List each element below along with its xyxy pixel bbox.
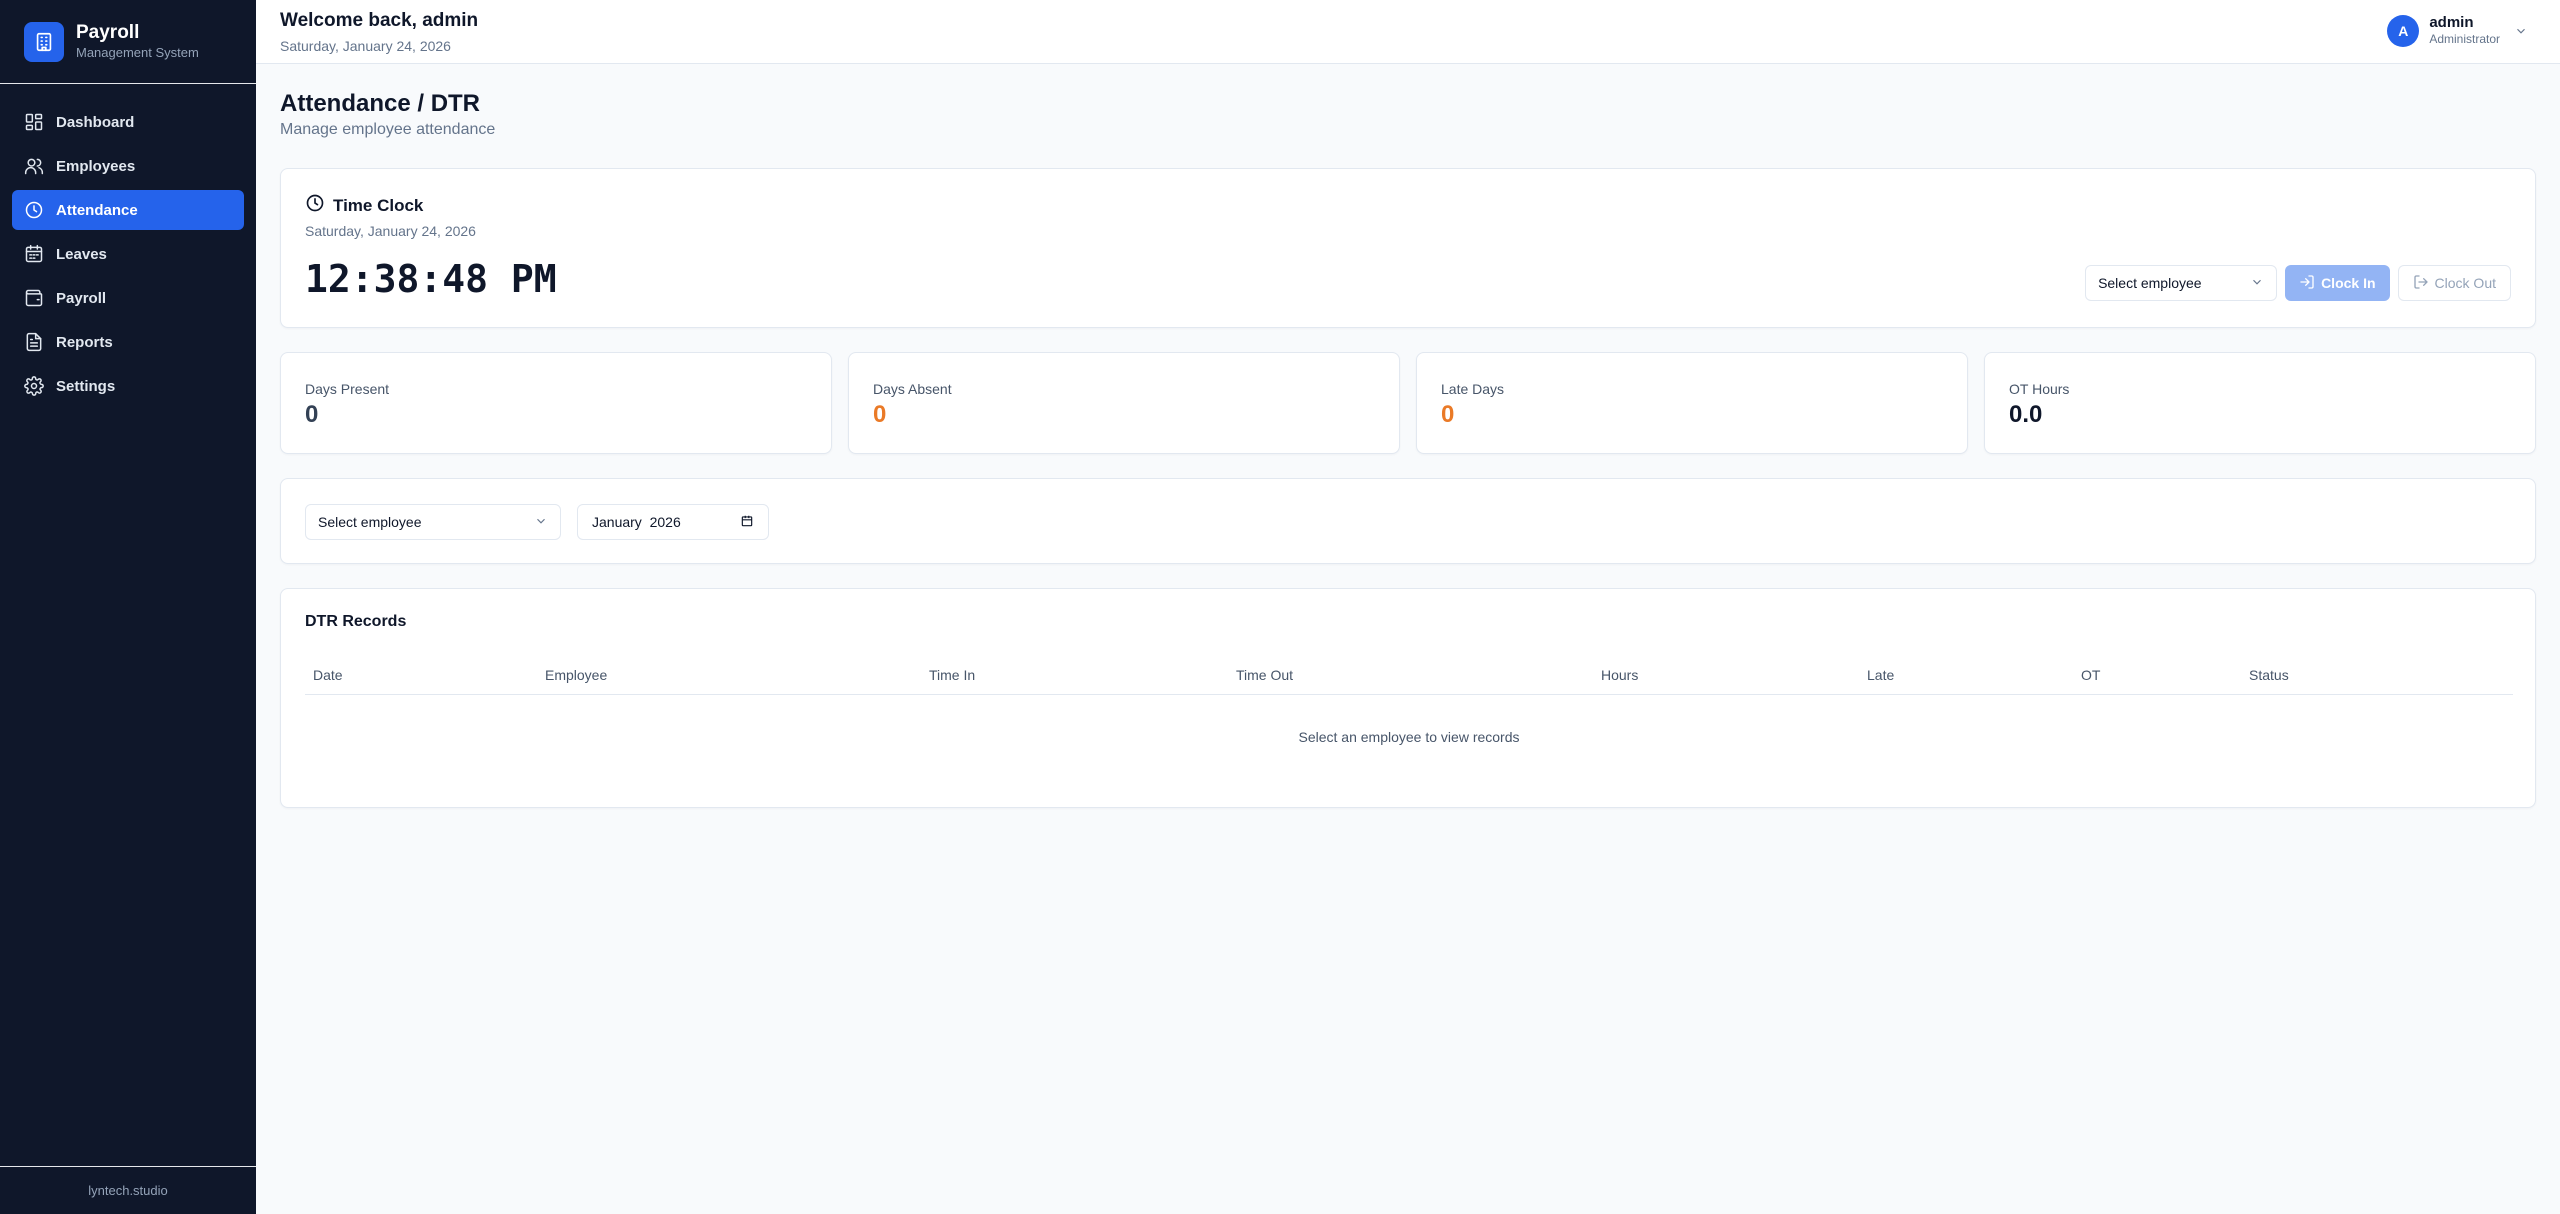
sidebar-item-reports[interactable]: Reports	[12, 322, 244, 362]
dashboard-icon	[24, 112, 44, 132]
stat-value: 0	[873, 401, 887, 428]
users-icon	[24, 156, 44, 176]
calendar-icon[interactable]	[740, 514, 754, 531]
time-clock-card: Time Clock Saturday, January 24, 2026 12…	[280, 168, 2536, 328]
brand: Payroll Management System	[0, 0, 256, 84]
sidebar-footer: lyntech.studio	[0, 1166, 256, 1214]
column-header-status[interactable]: Status	[2249, 667, 2289, 683]
welcome-message: Welcome back, admin	[280, 10, 479, 31]
stat-value: 0.0	[2009, 401, 2043, 428]
sidebar-item-attendance[interactable]: Attendance	[12, 190, 244, 230]
month-value: January 2026	[592, 514, 681, 530]
file-text-icon	[24, 332, 44, 352]
building-icon	[24, 21, 64, 62]
sidebar-item-settings[interactable]: Settings	[12, 366, 244, 406]
column-header-time-in[interactable]: Time In	[929, 667, 975, 683]
dtr-records-table: Date Employee Time In Time Out Hours Lat…	[305, 653, 2513, 779]
select-value: Select employee	[318, 514, 422, 530]
gear-icon	[24, 376, 44, 396]
stat-label: Late Days	[1441, 381, 1505, 397]
clock-in-label: Clock In	[2321, 275, 2376, 291]
chevron-down-icon	[534, 514, 548, 531]
user-menu[interactable]: A admin Administrator	[2387, 14, 2528, 47]
stat-label: Days Present	[305, 381, 390, 397]
sidebar-item-label: Attendance	[56, 201, 138, 219]
brand-subtitle: Management System	[76, 44, 199, 60]
calendar-icon	[24, 244, 44, 264]
clock-employee-select[interactable]: Select employee	[2085, 265, 2278, 301]
column-header-late[interactable]: Late	[1867, 667, 1894, 683]
column-header-employee[interactable]: Employee	[545, 667, 607, 683]
month-picker[interactable]: January 2026	[577, 504, 769, 540]
sidebar-nav: Dashboard Employees Attendance Leaves Pa…	[0, 84, 256, 406]
user-name: admin	[2429, 14, 2474, 31]
wallet-icon	[24, 288, 44, 308]
empty-state-message: Select an employee to view records	[1298, 729, 1520, 745]
clock-icon	[305, 193, 325, 218]
log-in-icon	[2299, 274, 2321, 293]
chevron-down-icon	[2250, 275, 2264, 292]
sidebar: Payroll Management System Dashboard Empl…	[0, 0, 256, 1214]
column-header-hours[interactable]: Hours	[1601, 667, 1638, 683]
column-header-ot[interactable]: OT	[2081, 667, 2100, 683]
stat-label: Days Absent	[873, 381, 952, 397]
user-role: Administrator	[2429, 32, 2500, 46]
stat-value: 0	[1441, 401, 1455, 428]
page-subtitle: Manage employee attendance	[280, 121, 496, 138]
sidebar-item-label: Settings	[56, 377, 116, 395]
sidebar-item-label: Reports	[56, 333, 113, 351]
stat-card-ot-hours: OT Hours 0.0	[1984, 352, 2536, 454]
sidebar-item-dashboard[interactable]: Dashboard	[12, 102, 244, 142]
sidebar-item-label: Dashboard	[56, 113, 135, 131]
clock-icon	[24, 200, 44, 220]
sidebar-item-leaves[interactable]: Leaves	[12, 234, 244, 274]
page-title: Attendance / DTR	[280, 90, 481, 117]
avatar: A	[2387, 14, 2420, 47]
clock-out-label: Clock Out	[2434, 275, 2496, 291]
column-header-date[interactable]: Date	[313, 667, 343, 683]
select-value: Select employee	[2098, 275, 2202, 291]
sidebar-item-label: Employees	[56, 157, 136, 175]
table-header: Date Employee Time In Time Out Hours Lat…	[305, 653, 2513, 695]
sidebar-item-payroll[interactable]: Payroll	[12, 278, 244, 318]
stat-card-days-present: Days Present 0	[280, 352, 832, 454]
sidebar-item-employees[interactable]: Employees	[12, 146, 244, 186]
clock-out-button[interactable]: Clock Out	[2397, 265, 2511, 301]
column-header-time-out[interactable]: Time Out	[1236, 667, 1293, 683]
stat-card-late-days: Late Days 0	[1416, 352, 1968, 454]
brand-title: Payroll	[76, 21, 140, 43]
sidebar-item-label: Leaves	[56, 245, 107, 263]
clock-in-button[interactable]: Clock In	[2285, 265, 2390, 301]
header-date: Saturday, January 24, 2026	[280, 38, 451, 54]
chevron-down-icon	[2514, 24, 2528, 38]
filters-card: Select employee January 2026	[280, 478, 2536, 564]
filter-employee-select[interactable]: Select employee	[305, 504, 561, 540]
dtr-records-card: DTR Records Date Employee Time In Time O…	[280, 588, 2536, 808]
time-clock-title: Time Clock	[333, 195, 424, 215]
sidebar-item-label: Payroll	[56, 289, 107, 307]
top-header: Welcome back, admin Saturday, January 24…	[256, 0, 2560, 64]
time-clock-date: Saturday, January 24, 2026	[305, 223, 476, 239]
stat-value: 0	[305, 401, 319, 428]
stat-card-days-absent: Days Absent 0	[848, 352, 1400, 454]
current-time: 12:38:48 PM	[305, 257, 557, 301]
stat-label: OT Hours	[2009, 381, 2070, 397]
log-out-icon	[2413, 274, 2435, 293]
dtr-records-title: DTR Records	[305, 613, 407, 630]
